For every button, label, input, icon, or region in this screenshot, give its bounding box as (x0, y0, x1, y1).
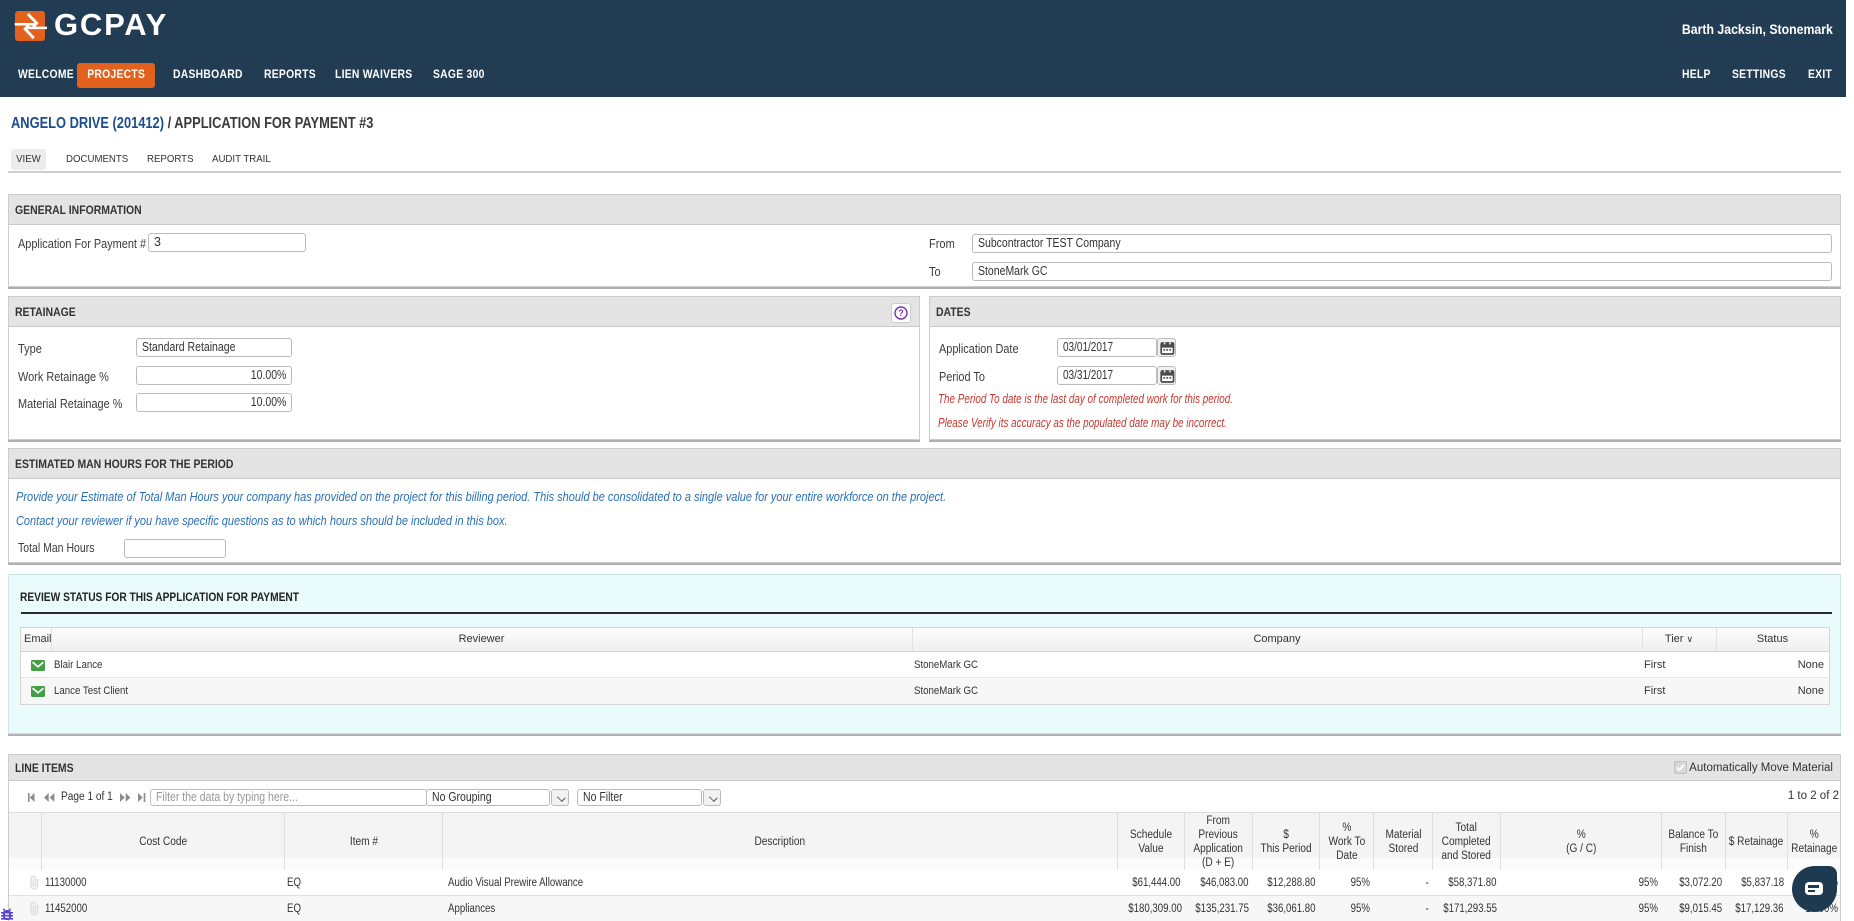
svg-text:?: ? (898, 308, 904, 318)
